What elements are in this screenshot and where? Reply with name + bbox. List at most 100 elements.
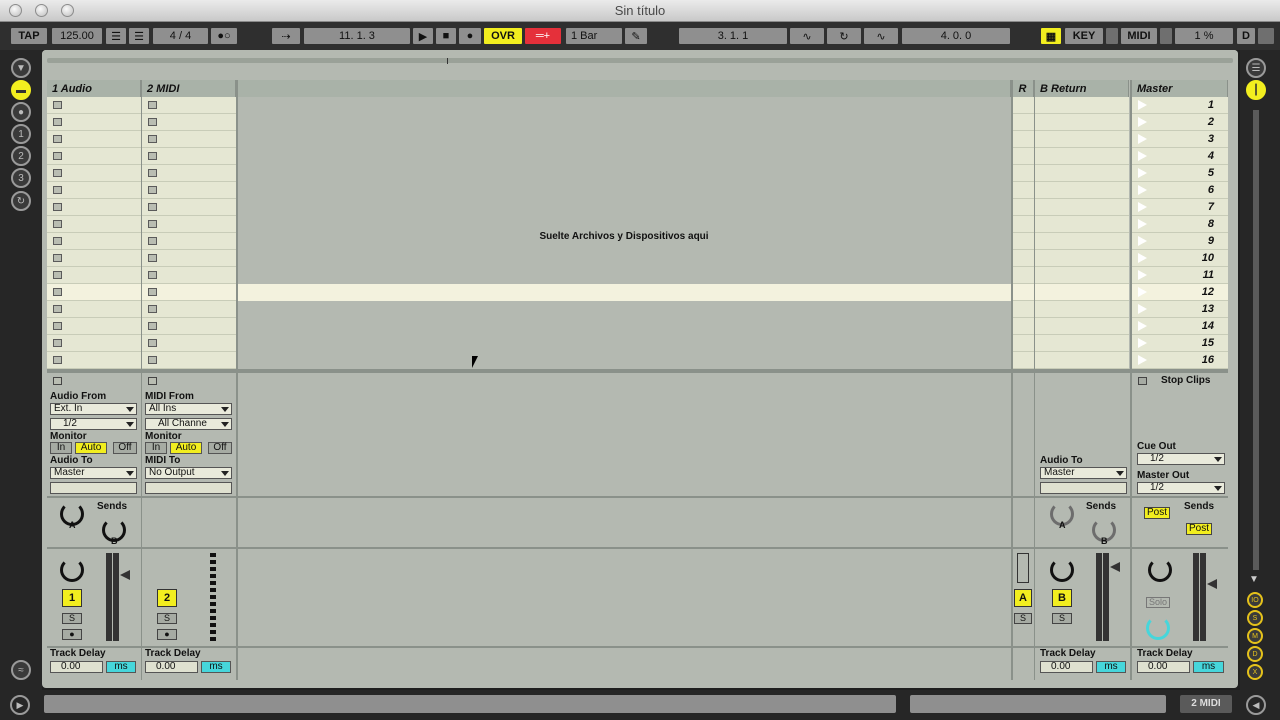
scene-slot[interactable]: 13 (1132, 301, 1228, 318)
track-1-clip-slot[interactable] (47, 267, 141, 284)
clip-stop-button[interactable] (53, 322, 62, 330)
overdub-button[interactable]: OVR (484, 28, 522, 44)
track-1-clip-slot[interactable] (47, 352, 141, 369)
return-b-clip-slot[interactable] (1035, 352, 1129, 369)
return-audio-to-channel-field[interactable] (1040, 482, 1127, 494)
return-a-clip-slot[interactable] (1012, 131, 1034, 148)
automation-arm-icon[interactable]: ═+ (525, 28, 561, 44)
return-a-clip-slot[interactable] (1012, 267, 1034, 284)
track-header-1-audio[interactable]: 1 Audio (47, 80, 141, 97)
track-delay-unit-1[interactable]: ms (106, 661, 136, 673)
track-1-clip-slot[interactable] (47, 233, 141, 250)
track-2-clip-slot[interactable] (142, 165, 236, 182)
volume-slider-1[interactable] (120, 570, 130, 580)
track-activator-2[interactable]: 2 (157, 589, 177, 607)
audio-to-channel-field[interactable] (50, 482, 137, 494)
return-a-activator[interactable]: A (1014, 589, 1032, 607)
vertical-scrollbar[interactable] (1253, 110, 1259, 570)
stop-all-clips-icon[interactable] (1138, 377, 1147, 385)
audio-from-select[interactable]: Ext. In (50, 403, 137, 415)
clip-stop-button[interactable] (148, 237, 157, 245)
delay-toggle-icon[interactable]: D (1247, 646, 1263, 662)
scene-launch-icon[interactable] (1138, 321, 1147, 331)
midi-map-button[interactable]: MIDI (1121, 28, 1157, 44)
computer-keyboard-icon[interactable]: ▦ (1041, 28, 1061, 44)
clip-stop-button[interactable] (148, 356, 157, 364)
track-1-clip-slot[interactable] (47, 148, 141, 165)
solo-cue-button[interactable]: Solo (1146, 597, 1171, 608)
scene-launch-icon[interactable] (1138, 134, 1147, 144)
return-b-activator[interactable]: B (1052, 589, 1072, 607)
scene-slot[interactable]: 9 (1132, 233, 1228, 250)
clip-stop-button[interactable] (53, 254, 62, 262)
scene-slot[interactable]: 1 (1132, 97, 1228, 114)
midi-channel-select[interactable]: All Channe (145, 418, 232, 430)
play-icon[interactable]: ▶ (413, 28, 433, 44)
return-a-clip-slot[interactable] (1012, 318, 1034, 335)
scene-launch-icon[interactable] (1138, 253, 1147, 263)
refresh-icon[interactable]: ↻ (11, 191, 31, 211)
overview-ruler[interactable] (42, 50, 1238, 80)
midi-from-select[interactable]: All Ins (145, 403, 232, 415)
track-2-clip-slot[interactable] (142, 114, 236, 131)
scene-launch-icon[interactable] (1138, 355, 1147, 365)
stop-icon[interactable]: ■ (436, 28, 456, 44)
return-a-clip-slot[interactable] (1012, 284, 1034, 301)
follow-icon[interactable]: ⇢ (272, 28, 300, 44)
clip-stop-button[interactable] (148, 220, 157, 228)
track-2-clip-slot[interactable] (142, 284, 236, 301)
scene-launch-icon[interactable] (1138, 270, 1147, 280)
master-header[interactable]: Master (1132, 80, 1228, 97)
track-1-clip-slot[interactable] (47, 301, 141, 318)
return-a-clip-slot[interactable] (1012, 335, 1034, 352)
overview-strip[interactable] (47, 58, 1233, 63)
tap-tempo-button[interactable]: TAP (11, 28, 47, 44)
track-1-clip-slot[interactable] (47, 165, 141, 182)
key-map-button[interactable]: KEY (1065, 28, 1103, 44)
return-a-clip-slot[interactable] (1012, 216, 1034, 233)
show-detail-view-icon[interactable]: ◀ (1246, 695, 1266, 715)
clip-stop-button[interactable] (148, 305, 157, 313)
cue-volume-knob[interactable] (1146, 616, 1170, 640)
post-send-a-button[interactable]: Post (1144, 507, 1171, 519)
monitor-off-button-2[interactable]: Off (208, 442, 232, 454)
audio-to-select[interactable]: Master (50, 467, 137, 479)
return-b-clip-slot[interactable] (1035, 335, 1129, 352)
track-1-clip-slot[interactable] (47, 114, 141, 131)
return-track-delay-field[interactable]: 0.00 (1040, 661, 1093, 673)
cue-out-select[interactable]: 1/2 (1137, 453, 1225, 465)
track-2-clip-slot[interactable] (142, 318, 236, 335)
stop-clips-button[interactable]: Stop Clips (1161, 375, 1210, 386)
clip-stop-button[interactable] (53, 101, 62, 109)
clip-stop-button[interactable] (148, 135, 157, 143)
clip-stop-button[interactable] (53, 271, 62, 279)
return-a-clip-slot[interactable] (1012, 182, 1034, 199)
arm-button-1[interactable]: ● (62, 629, 82, 640)
scene-slot[interactable]: 11 (1132, 267, 1228, 284)
plugin-devices-icon[interactable]: ● (11, 102, 31, 122)
return-track-delay-unit[interactable]: ms (1096, 661, 1126, 673)
return-b-clip-slot[interactable] (1035, 284, 1129, 301)
nudge-down-icon[interactable]: ☰ (106, 28, 126, 44)
loop-start-field[interactable]: 3. 1. 1 (679, 28, 787, 44)
return-b-clip-slot[interactable] (1035, 97, 1129, 114)
nudge-up-icon[interactable]: ☰ (129, 28, 149, 44)
return-b-clip-slot[interactable] (1035, 131, 1129, 148)
track-2-clip-slot[interactable] (142, 233, 236, 250)
hide-browser-icon[interactable]: ▼ (11, 58, 31, 78)
return-b-clip-slot[interactable] (1035, 267, 1129, 284)
clip-stop-button[interactable] (53, 339, 62, 347)
return-b-header[interactable]: B Return (1035, 80, 1129, 97)
audio-channel-select[interactable]: 1/2 (50, 418, 137, 430)
return-b-clip-slot[interactable] (1035, 216, 1129, 233)
monitor-in-button-1[interactable]: In (50, 442, 72, 454)
loop-length-field[interactable]: 4. 0. 0 (902, 28, 1010, 44)
return-b-clip-slot[interactable] (1035, 301, 1129, 318)
return-b-solo[interactable]: S (1052, 613, 1072, 624)
track-2-clip-slot[interactable] (142, 216, 236, 233)
scene-launch-icon[interactable] (1138, 168, 1147, 178)
midi-to-channel-field[interactable] (145, 482, 232, 494)
pan-knob-1[interactable] (60, 558, 84, 582)
track-2-clip-slot[interactable] (142, 97, 236, 114)
track-1-clip-slot[interactable] (47, 335, 141, 352)
